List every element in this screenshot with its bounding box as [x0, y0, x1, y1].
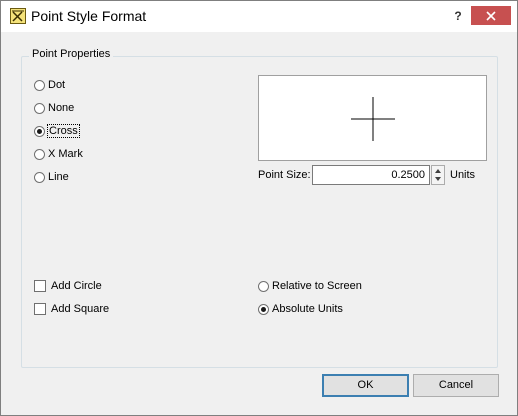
radio-button[interactable] — [34, 79, 45, 91]
ok-button[interactable]: OK — [322, 374, 409, 397]
add-circle-checkbox[interactable] — [34, 280, 46, 292]
close-button[interactable] — [471, 6, 511, 25]
point-style-dialog: Point Style Format ? Point Properties Do… — [0, 0, 518, 416]
point-size-input[interactable]: 0.2500 — [312, 165, 430, 185]
style-option-label: Dot — [48, 79, 66, 91]
style-option-dot[interactable]: Dot — [34, 77, 65, 93]
spin-down-icon — [435, 177, 441, 181]
style-option-cross[interactable]: Cross — [34, 123, 80, 139]
style-option-label: X Mark — [48, 148, 83, 160]
scaling-option-relative[interactable]: Relative to Screen — [258, 278, 362, 294]
radio-button[interactable] — [258, 280, 269, 292]
close-icon — [486, 11, 496, 21]
scaling-option-label: Absolute Units — [272, 303, 343, 315]
style-option-label: Cross — [47, 124, 80, 138]
help-button[interactable]: ? — [447, 6, 469, 26]
add-square-option[interactable]: Add Square — [34, 301, 109, 317]
radio-button[interactable] — [34, 148, 45, 160]
spin-up-icon — [435, 169, 441, 173]
window-title: Point Style Format — [31, 8, 147, 24]
point-properties-label: Point Properties — [29, 48, 114, 60]
radio-button[interactable] — [34, 171, 45, 183]
title-bar[interactable]: Point Style Format ? — [1, 1, 517, 32]
point-preview — [258, 75, 487, 161]
radio-button[interactable] — [34, 125, 45, 137]
style-option-x-mark[interactable]: X Mark — [34, 146, 83, 162]
radio-button[interactable] — [34, 102, 45, 114]
style-option-line[interactable]: Line — [34, 169, 69, 185]
point-size-label: Point Size: — [258, 169, 311, 181]
point-style-app-icon — [10, 8, 26, 24]
scaling-option-absolute[interactable]: Absolute Units — [258, 301, 343, 317]
point-size-spinner[interactable] — [431, 165, 445, 185]
style-option-none[interactable]: None — [34, 100, 74, 116]
point-size-units: Units — [450, 169, 476, 181]
add-circle-label: Add Circle — [51, 280, 102, 292]
style-option-label: Line — [48, 171, 69, 183]
scaling-option-label: Relative to Screen — [272, 280, 362, 292]
radio-button[interactable] — [258, 303, 269, 315]
add-square-checkbox[interactable] — [34, 303, 46, 315]
add-circle-option[interactable]: Add Circle — [34, 278, 102, 294]
style-option-label: None — [48, 102, 75, 114]
add-square-label: Add Square — [51, 303, 110, 315]
cancel-button[interactable]: Cancel — [413, 374, 499, 397]
